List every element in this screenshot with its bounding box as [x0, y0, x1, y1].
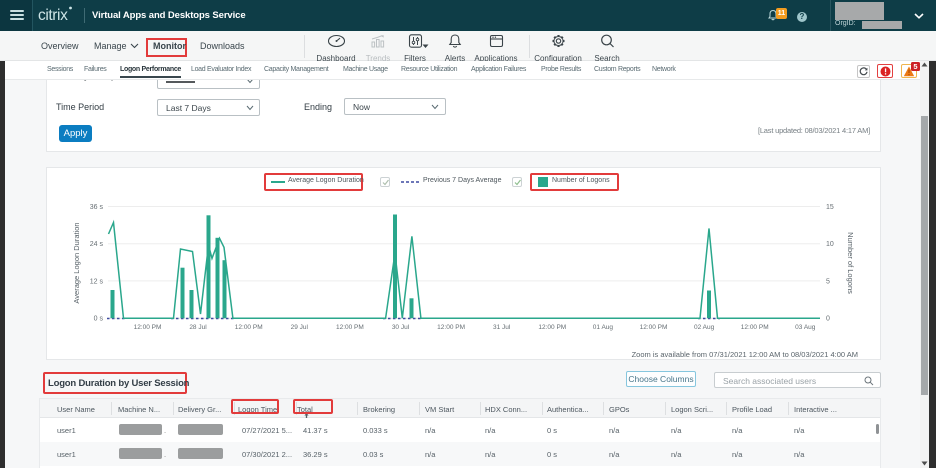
svg-text:citrix: citrix [38, 7, 68, 24]
svg-text:24 s: 24 s [90, 241, 104, 248]
svg-text:36 s: 36 s [90, 204, 104, 211]
svg-text:12:00 PM: 12:00 PM [235, 324, 263, 331]
svg-text:Average Logon Duration: Average Logon Duration [72, 222, 81, 303]
svg-text:01 Aug: 01 Aug [593, 324, 614, 331]
svg-text:12:00 PM: 12:00 PM [640, 324, 668, 331]
svg-text:12:00 PM: 12:00 PM [741, 324, 769, 331]
svg-text:12:00 PM: 12:00 PM [437, 324, 465, 331]
svg-text:15: 15 [826, 204, 834, 211]
svg-text:5: 5 [826, 278, 830, 285]
svg-text:12:00 PM: 12:00 PM [538, 324, 566, 331]
svg-text:31 Jul: 31 Jul [493, 324, 511, 331]
svg-text:03 Aug: 03 Aug [795, 324, 816, 331]
svg-text:12:00 PM: 12:00 PM [336, 324, 364, 331]
svg-text:10: 10 [826, 241, 834, 248]
svg-text:0 s: 0 s [94, 316, 104, 323]
svg-text:Number of Logons: Number of Logons [846, 232, 855, 294]
svg-text:0: 0 [826, 316, 830, 323]
svg-text:12 s: 12 s [90, 278, 104, 285]
svg-text:30 Jul: 30 Jul [392, 324, 410, 331]
svg-text:29 Jul: 29 Jul [291, 324, 309, 331]
svg-text:28 Jul: 28 Jul [189, 324, 207, 331]
svg-text:02 Aug: 02 Aug [694, 324, 715, 331]
svg-text:12:00 PM: 12:00 PM [134, 324, 162, 331]
